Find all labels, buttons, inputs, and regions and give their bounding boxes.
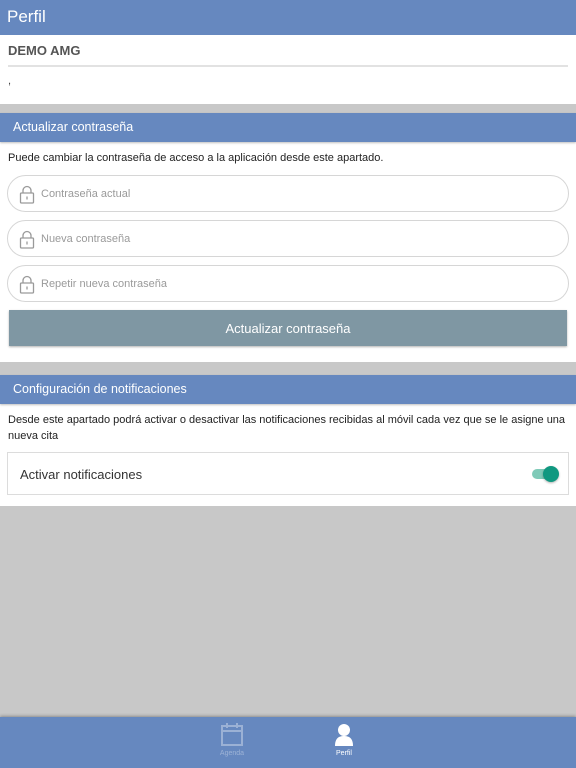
notifications-section-description: Desde este apartado podrá activar o desa… [8, 414, 566, 442]
calendar-icon [221, 723, 243, 746]
password-section: Actualizar contraseña Puede cambiar la c… [0, 113, 576, 362]
nav-item-agenda[interactable]: Agenda [202, 723, 262, 765]
divider [8, 65, 568, 67]
notifications-section: Configuración de notificaciones Desde es… [0, 375, 576, 506]
password-section-header: Actualizar contraseña [0, 113, 576, 142]
app-header: Perfil [0, 0, 576, 35]
notifications-toggle-label: Activar notificaciones [20, 467, 143, 482]
toggle-knob [543, 466, 559, 482]
lock-icon [19, 185, 35, 204]
nav-label-agenda: Agenda [219, 750, 245, 757]
nav-item-perfil[interactable]: Perfil [314, 723, 374, 765]
lock-icon [19, 230, 35, 249]
user-name: DEMO AMG [8, 43, 81, 58]
repeat-password-input[interactable] [41, 274, 541, 294]
new-password-input[interactable] [41, 229, 541, 249]
person-icon [335, 724, 353, 746]
user-subtitle: , [8, 75, 12, 87]
notifications-section-header: Configuración de notificaciones [0, 375, 576, 404]
current-password-field[interactable] [7, 175, 569, 212]
notifications-toggle-row[interactable]: Activar notificaciones [7, 452, 569, 495]
notifications-toggle[interactable] [530, 466, 560, 482]
lock-icon [19, 275, 35, 294]
repeat-password-field[interactable] [7, 265, 569, 302]
password-section-description: Puede cambiar la contraseña de acceso a … [8, 152, 384, 164]
user-info: DEMO AMG , [0, 35, 576, 104]
page-title: Perfil [7, 7, 46, 26]
update-password-button[interactable]: Actualizar contraseña [9, 310, 567, 346]
nav-label-perfil: Perfil [336, 750, 352, 757]
bottom-nav: Agenda Perfil [0, 717, 576, 768]
new-password-field[interactable] [7, 220, 569, 257]
current-password-input[interactable] [41, 184, 541, 204]
